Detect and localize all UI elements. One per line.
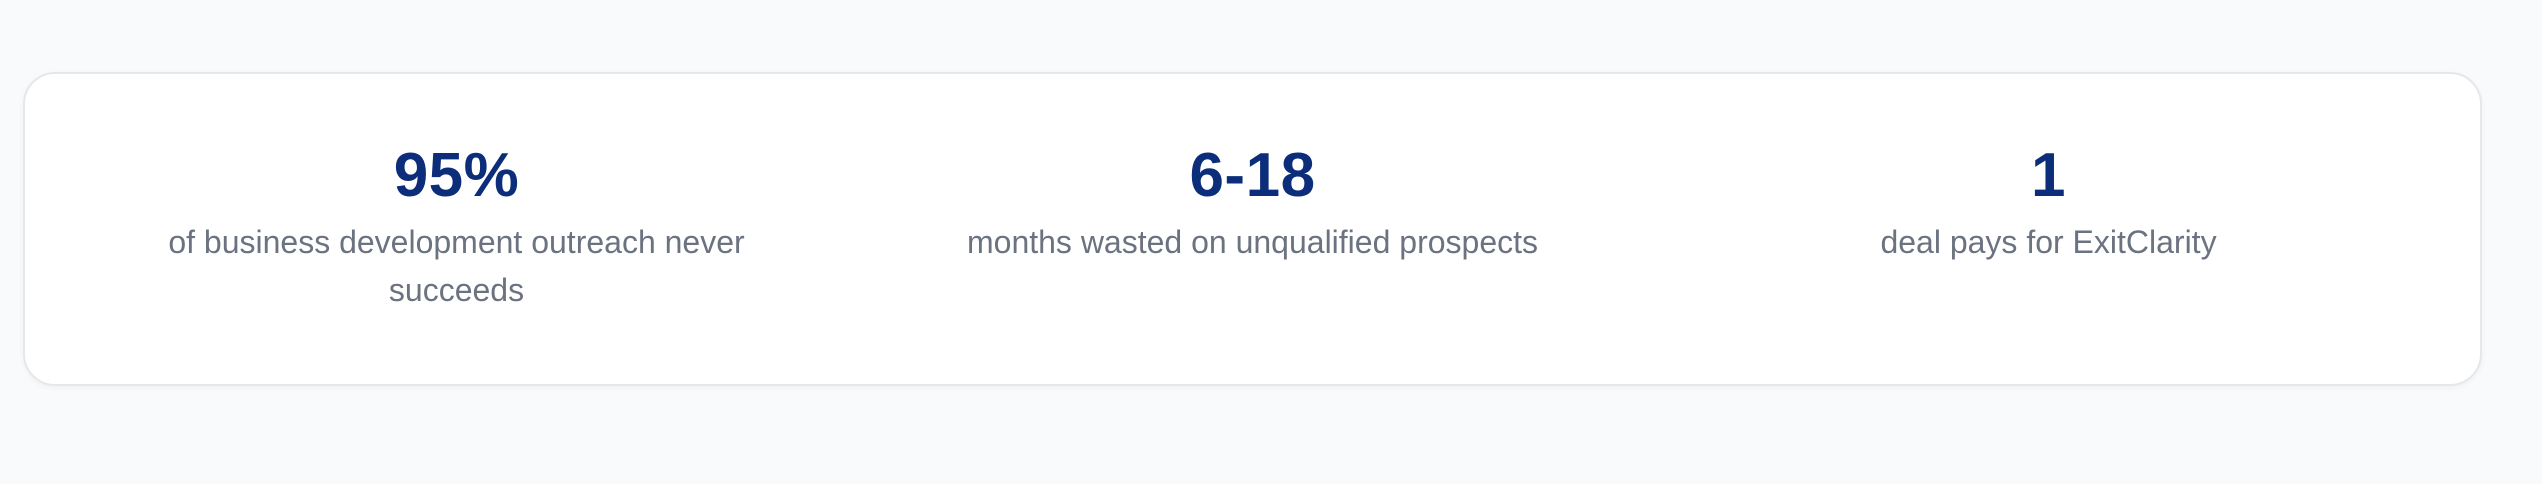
stat-label: deal pays for ExitClarity bbox=[1880, 224, 2217, 260]
stat-value: 95% bbox=[393, 141, 520, 210]
stat-deal-payback: 1 deal pays for ExitClarity bbox=[1651, 138, 2447, 266]
stat-outreach-failure: 95% of business development outreach nev… bbox=[59, 138, 855, 314]
stat-label: months wasted on unqualified prospects bbox=[966, 224, 1538, 260]
stats-card: 95% of business development outreach nev… bbox=[23, 72, 2482, 386]
stat-value: 1 bbox=[2031, 141, 2066, 210]
stat-value: 6-18 bbox=[1189, 141, 1316, 210]
stat-months-wasted: 6-18 months wasted on unqualified prospe… bbox=[855, 138, 1651, 266]
stat-label: of business development outreach never s… bbox=[168, 224, 745, 308]
